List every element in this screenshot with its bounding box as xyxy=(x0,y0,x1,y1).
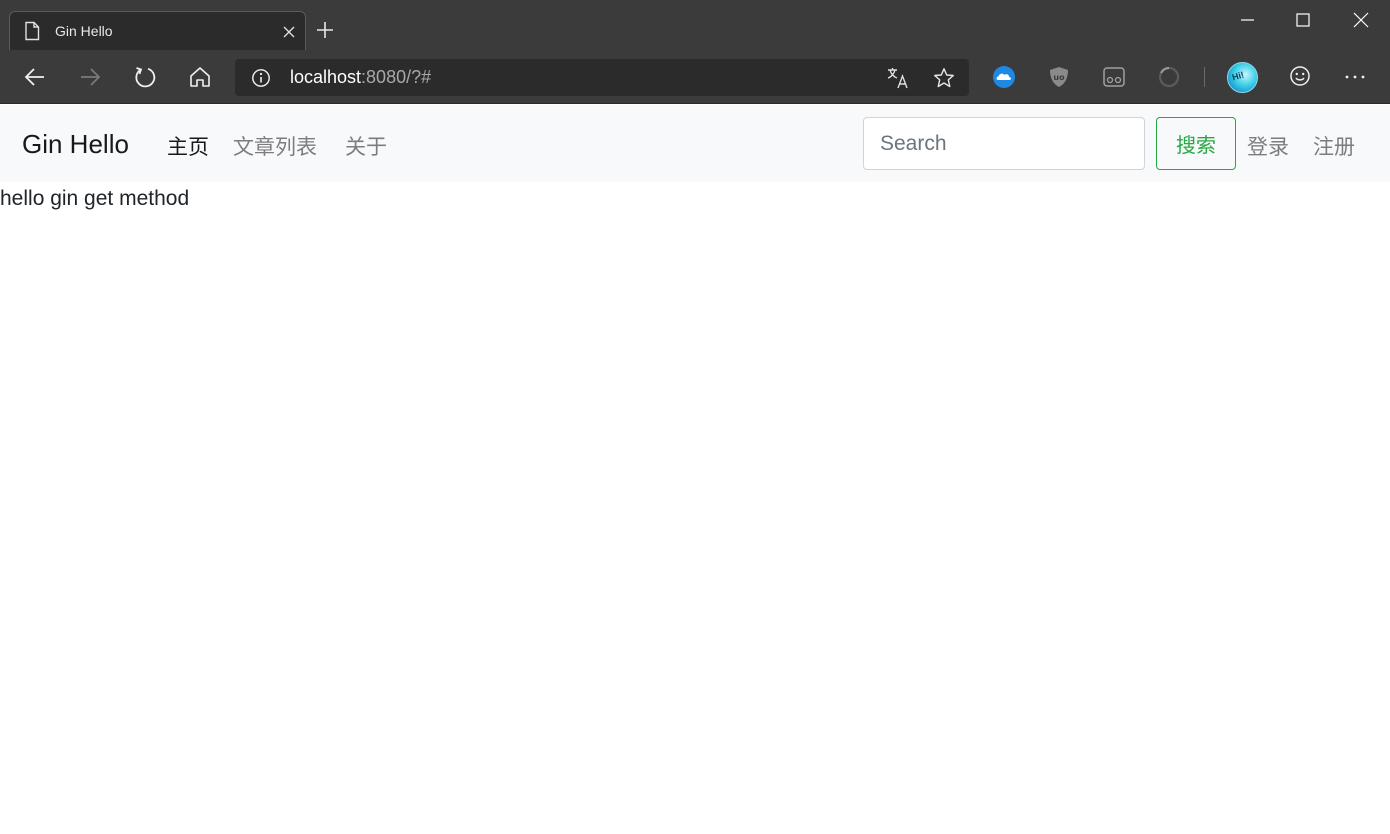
svg-text:uo: uo xyxy=(1053,73,1065,82)
more-menu-icon[interactable] xyxy=(1343,64,1367,93)
nav-link-register[interactable]: 注册 xyxy=(1313,131,1355,161)
navbar-brand[interactable]: Gin Hello xyxy=(22,129,129,160)
address-host: localhost xyxy=(290,67,362,87)
page-viewport: Gin Hello 主页 文章列表 关于 搜索 登录 注册 hello gin … xyxy=(0,105,1390,834)
translate-icon[interactable] xyxy=(886,66,910,95)
browser-tab[interactable]: Gin Hello xyxy=(9,11,306,50)
browser-toolbar: localhost:8080/?# uo Hi! xyxy=(0,50,1390,104)
home-icon[interactable] xyxy=(188,65,212,89)
toolbar-divider xyxy=(1204,67,1205,87)
back-icon[interactable] xyxy=(23,65,47,89)
address-path: :8080/?# xyxy=(361,67,432,87)
new-tab-icon[interactable] xyxy=(315,20,335,45)
info-icon[interactable] xyxy=(251,68,271,93)
maximize-icon[interactable] xyxy=(1293,10,1313,30)
window-close-icon[interactable] xyxy=(1351,10,1371,30)
nav-link-about[interactable]: 关于 xyxy=(345,131,387,161)
minimize-icon[interactable] xyxy=(1238,10,1258,30)
reload-icon[interactable] xyxy=(133,65,157,89)
feedback-smiley-icon[interactable] xyxy=(1288,64,1312,93)
tab-title: Gin Hello xyxy=(55,23,113,39)
profile-avatar-label: Hi! xyxy=(1230,69,1246,83)
page-body-text: hello gin get method xyxy=(0,187,190,210)
address-text[interactable]: localhost:8080/?# xyxy=(290,67,431,88)
search-button[interactable]: 搜索 xyxy=(1156,117,1236,170)
nav-link-login[interactable]: 登录 xyxy=(1247,131,1289,161)
loading-spinner-icon[interactable] xyxy=(1156,64,1182,90)
favorite-star-icon[interactable] xyxy=(932,66,956,95)
page-icon xyxy=(23,21,41,46)
address-bar[interactable]: localhost:8080/?# xyxy=(235,59,969,96)
close-icon[interactable] xyxy=(281,24,297,45)
nav-link-articles[interactable]: 文章列表 xyxy=(233,131,317,161)
nav-link-home[interactable]: 主页 xyxy=(167,131,209,161)
site-navbar: Gin Hello 主页 文章列表 关于 搜索 登录 注册 xyxy=(0,105,1390,182)
reader-glasses-icon[interactable] xyxy=(1101,64,1127,90)
forward-icon[interactable] xyxy=(78,65,102,89)
ublock-shield-icon[interactable]: uo xyxy=(1046,64,1072,90)
cloud-extension-icon[interactable] xyxy=(991,64,1017,90)
browser-tab-strip: Gin Hello xyxy=(0,0,1390,50)
search-input[interactable] xyxy=(863,117,1145,170)
profile-avatar[interactable]: Hi! xyxy=(1227,62,1258,93)
